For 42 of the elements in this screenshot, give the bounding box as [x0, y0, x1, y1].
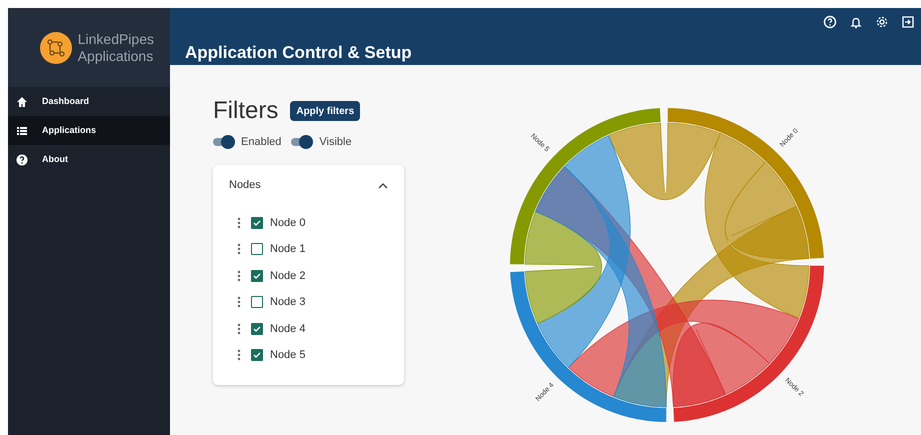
toggle-switch[interactable]	[291, 135, 314, 150]
home-icon	[16, 96, 28, 108]
check-icon	[253, 351, 261, 360]
check-icon	[253, 324, 261, 333]
chevron-icon[interactable]	[378, 182, 388, 188]
node-label: Node 2	[270, 268, 306, 284]
logo-text: LinkedPipes	[78, 30, 154, 48]
help-icon	[16, 154, 28, 166]
drag-handle-icon[interactable]	[237, 270, 241, 282]
list-icon	[16, 124, 28, 136]
check-icon	[253, 272, 261, 280]
node-label: Node 0	[270, 216, 306, 230]
toggle-switch[interactable]	[213, 135, 235, 150]
filters-heading: Filters	[213, 96, 278, 126]
checkbox[interactable]	[251, 349, 263, 362]
page-title: Application Control & Setup	[185, 44, 412, 61]
nav-item[interactable]: Applications	[8, 116, 170, 145]
drag-handle-icon[interactable]	[237, 349, 241, 362]
panel-title: Nodes	[229, 178, 261, 194]
node-label: Node 1	[270, 242, 306, 257]
toggle-label: Enabled	[241, 135, 282, 150]
help-icon[interactable]	[823, 15, 837, 29]
check-icon	[253, 218, 261, 227]
checkbox[interactable]	[251, 322, 263, 335]
drag-handle-icon[interactable]	[237, 216, 241, 229]
exit-icon[interactable]	[901, 15, 915, 29]
drag-handle-icon[interactable]	[237, 243, 241, 256]
settings-icon[interactable]	[875, 15, 889, 29]
checkbox[interactable]	[251, 270, 263, 282]
node-label: Node 5	[270, 348, 306, 363]
checkbox[interactable]	[251, 216, 263, 229]
drag-handle-icon[interactable]	[237, 322, 241, 335]
node-label: Node 4	[270, 322, 306, 336]
logo-icon	[40, 32, 72, 64]
toggle-label: Visible	[319, 135, 352, 150]
drag-handle-icon[interactable]	[237, 296, 241, 308]
logo-text: Applications	[78, 48, 154, 64]
bell-icon[interactable]	[849, 15, 863, 29]
checkbox[interactable]	[251, 296, 263, 308]
node-label: Node 3	[270, 295, 306, 310]
apply-filters-button[interactable]: Apply filters	[290, 101, 360, 121]
checkbox[interactable]	[251, 243, 263, 256]
